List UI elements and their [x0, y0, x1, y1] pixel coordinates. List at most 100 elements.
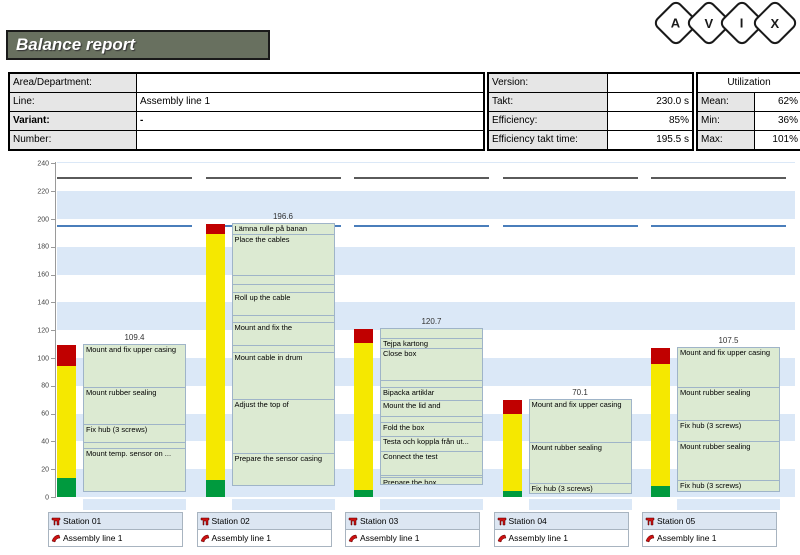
utilization-header: Utilization	[698, 74, 800, 92]
task-segment: Mount and fix upper casing	[677, 347, 780, 389]
y-tick-label: 0	[27, 494, 49, 501]
utilization-bar-green-segment	[651, 486, 670, 497]
y-tick-label: 160	[27, 272, 49, 279]
task-segment: Mount rubber sealing	[529, 442, 632, 484]
y-tick-mark	[51, 302, 55, 303]
task-list-box: Tejpa kartongClose boxBipacka artiklarMo…	[380, 329, 483, 497]
task-list-box: Mount and fix upper casingMount rubber s…	[83, 345, 186, 497]
task-segment: Mount the lid and	[380, 400, 483, 417]
utilization-bar-red-segment	[354, 329, 373, 343]
axis-connector	[380, 499, 483, 510]
station-label-box: Station 03Assembly line 1	[345, 512, 480, 547]
utilization-bar-yellow-segment	[503, 414, 522, 492]
station-line-name: Assembly line 1	[63, 533, 123, 543]
y-tick-label: 100	[27, 355, 49, 362]
task-segment: Mount rubber sealing	[677, 441, 780, 481]
task-label: Fix hub (3 screws)	[86, 425, 147, 434]
task-label: Mount and fix upper casing	[86, 345, 176, 354]
task-segment: Close box	[380, 348, 483, 381]
info-label: Mean:	[698, 93, 755, 111]
y-axis	[55, 162, 56, 498]
general-info-table: Area/Department:Line:Assembly line 1Vari…	[8, 72, 485, 151]
y-tick-mark	[51, 497, 55, 498]
station-name-row: Station 02	[198, 513, 331, 530]
info-label: Number:	[10, 131, 137, 149]
utilization-bar-red-segment	[206, 224, 225, 234]
logo-letter: X	[771, 15, 780, 30]
utilization-bar-yellow-segment	[651, 364, 670, 486]
axis-connector	[232, 499, 335, 510]
info-label: Min:	[698, 112, 755, 130]
y-tick-label: 80	[27, 383, 49, 390]
y-tick-mark	[51, 469, 55, 470]
utilization-header-row: Utilization	[698, 74, 800, 92]
info-row: Number:	[10, 130, 483, 149]
grid-band	[57, 247, 795, 275]
task-label: Fold the box	[383, 423, 424, 432]
task-segment: Mount and fix the	[232, 322, 335, 346]
info-row: Variant:-	[10, 111, 483, 130]
station-label-box: Station 01 Assembly line 1	[48, 512, 183, 547]
y-tick-mark	[51, 414, 55, 415]
y-tick-label: 120	[27, 327, 49, 334]
info-label: Max:	[698, 131, 755, 149]
y-tick-label: 180	[27, 244, 49, 251]
info-row: Mean:62%	[698, 92, 800, 111]
station-line-row: Assembly line 1	[49, 530, 182, 546]
station-line-name: Assembly line 1	[657, 533, 717, 543]
y-tick-mark	[51, 247, 55, 248]
task-segment: Adjust the top of	[232, 399, 335, 455]
utilization-bar-yellow-segment	[57, 366, 76, 477]
y-tick-label: 200	[27, 216, 49, 223]
task-segment: Fix hub (3 screws)	[677, 420, 780, 442]
task-list-box: Mount and fix upper casing Mount rubber s…	[529, 400, 632, 497]
info-value: Assembly line 1	[137, 93, 483, 111]
info-label: Version:	[489, 74, 608, 92]
task-label: Prepare the sensor casing	[235, 454, 323, 463]
task-segment: Mount cable in drum	[232, 352, 335, 399]
station-total-label: 196.6	[232, 212, 335, 221]
station-name-row: Station 01	[49, 513, 182, 530]
info-row: Min:36%	[698, 111, 800, 130]
utilization-bar-red-segment	[57, 345, 76, 366]
task-segment: Mount temp. sensor on ...	[83, 448, 186, 492]
info-value: 85%	[608, 112, 692, 130]
station-total-label: 70.1	[529, 388, 632, 397]
station-icon	[348, 516, 358, 526]
y-tick-label: 20	[27, 466, 49, 473]
info-value	[137, 131, 483, 149]
y-tick-label: 60	[27, 411, 49, 418]
utilization-bar-green-segment	[57, 478, 76, 497]
task-label: Testa och koppla från ut...	[383, 437, 469, 446]
station-line-row: Assembly line 1	[643, 530, 776, 546]
task-label: Mount and fix upper casing	[532, 400, 622, 409]
info-value: 230.0 s	[608, 93, 692, 111]
task-label: Fix hub (3 screws)	[680, 421, 741, 430]
info-value: 36%	[755, 112, 800, 130]
info-row: Max:101%	[698, 130, 800, 149]
info-label: Line:	[10, 93, 137, 111]
balance-report-page: Balance report AVIX Area/Department:Line…	[0, 0, 800, 555]
station-name-row: Station 05	[643, 513, 776, 530]
task-segment: Fix hub (3 screws)	[83, 424, 186, 443]
station-icon	[200, 516, 210, 526]
takt-line-segment	[503, 177, 638, 179]
task-list-box: Lämna rulle på bananPlace the cablesRoll…	[232, 224, 335, 497]
task-label: Fix hub (3 screws)	[680, 481, 741, 490]
utilization-bar-green-segment	[503, 491, 522, 497]
y-tick-mark	[51, 219, 55, 220]
station-total-label: 120.7	[380, 317, 483, 326]
info-label: Area/Department:	[10, 74, 137, 92]
efficiency-takt-line-segment	[503, 225, 638, 227]
info-row: Line:Assembly line 1	[10, 92, 483, 111]
axis-connector	[83, 499, 186, 510]
assembly-line-icon	[51, 533, 61, 543]
y-tick-mark	[51, 275, 55, 276]
assembly-line-icon	[348, 533, 358, 543]
station-total-label: 109.4	[83, 333, 186, 342]
station-label-box: Station 02 Assembly line 1	[197, 512, 332, 547]
info-row: Area/Department:	[10, 74, 483, 92]
logo-diamond-x: X	[751, 0, 799, 47]
efficiency-takt-line-segment	[354, 225, 489, 227]
station-line-name: Assembly line 1	[212, 533, 272, 543]
